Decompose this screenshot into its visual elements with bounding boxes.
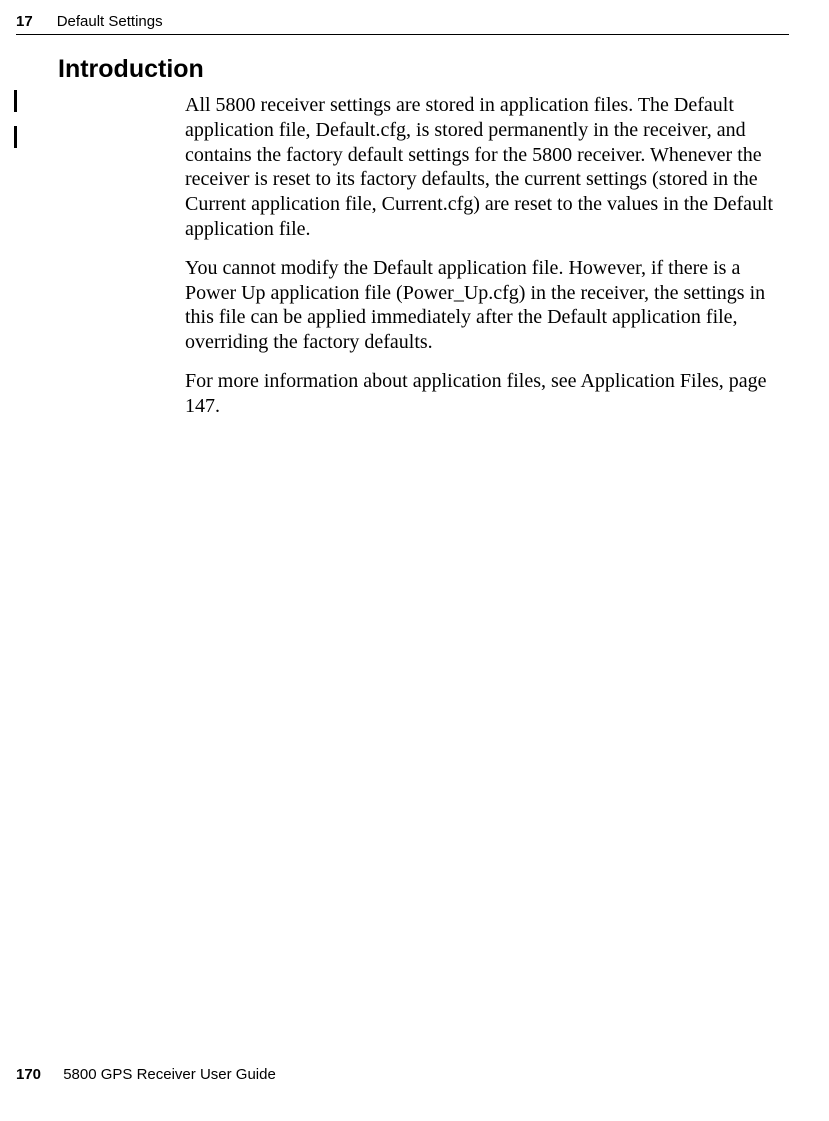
- change-bar: [14, 90, 17, 112]
- page-number: 170: [16, 1066, 41, 1083]
- section-heading: Introduction: [58, 55, 204, 84]
- change-bar: [14, 126, 17, 148]
- doc-title: 5800 GPS Receiver User Guide: [63, 1066, 276, 1083]
- header-rule: [16, 34, 789, 35]
- page-footer: 170 5800 GPS Receiver User Guide: [16, 1066, 276, 1083]
- paragraph: For more information about application f…: [185, 369, 774, 419]
- chapter-number: 17: [16, 13, 33, 30]
- chapter-title: Default Settings: [57, 13, 163, 30]
- paragraph: You cannot modify the Default applicatio…: [185, 256, 774, 355]
- paragraph: All 5800 receiver settings are stored in…: [185, 93, 774, 242]
- body-content: All 5800 receiver settings are stored in…: [185, 93, 774, 433]
- page-header: 17 Default Settings: [16, 13, 789, 30]
